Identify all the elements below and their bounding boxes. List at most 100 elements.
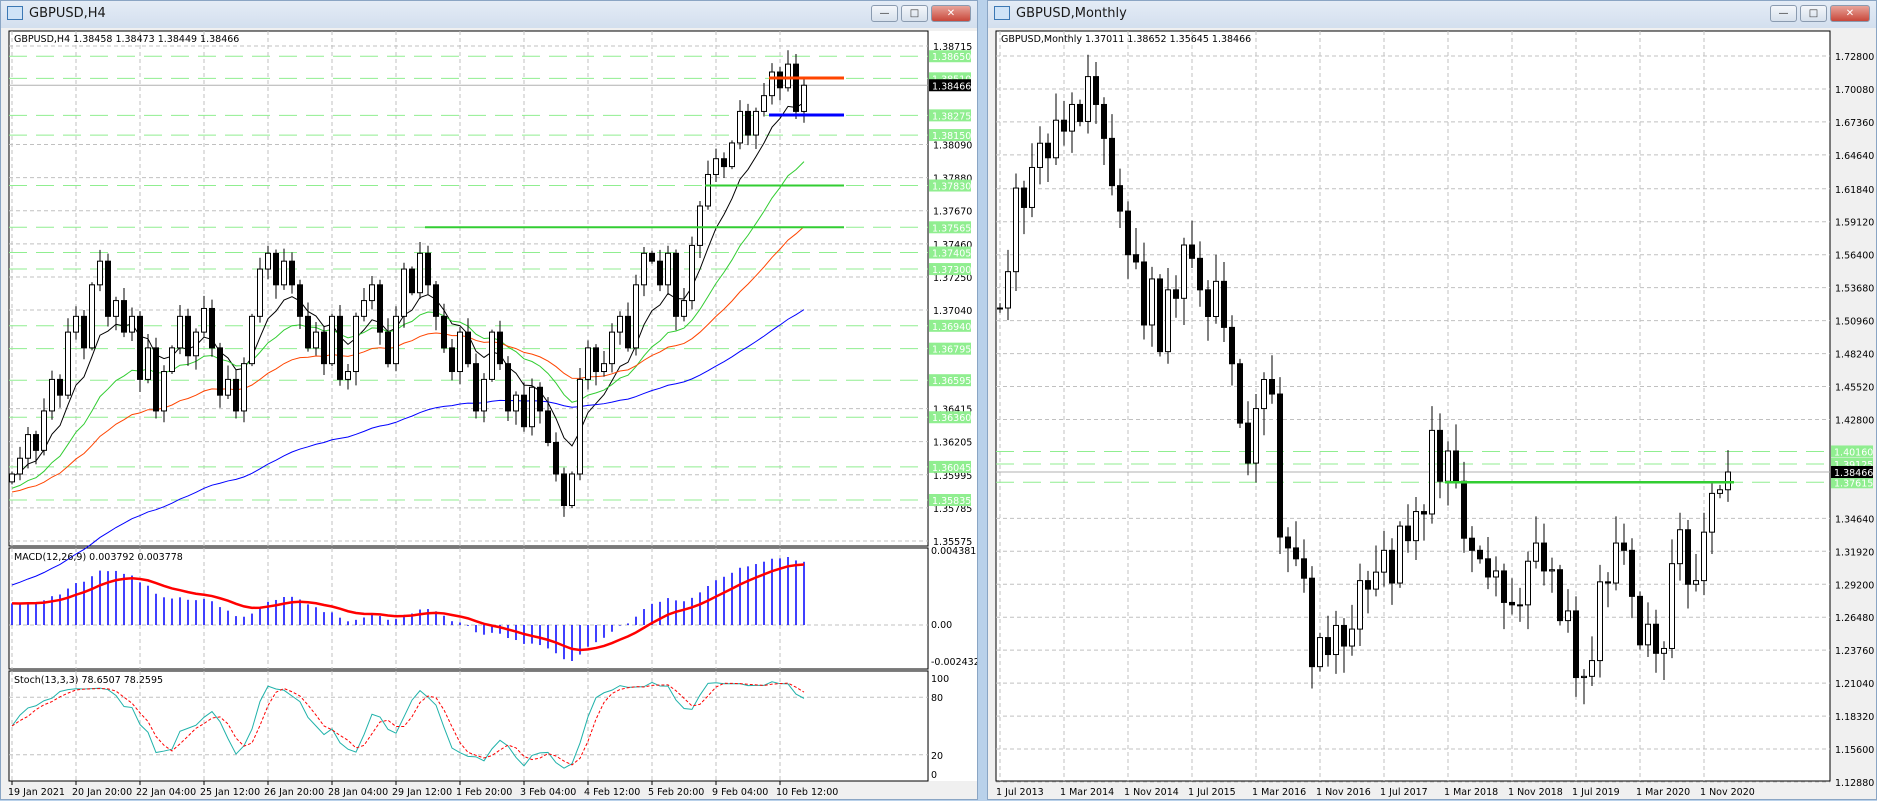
candle-body xyxy=(425,252,431,286)
time-axis-label: 22 Jan 04:00 xyxy=(136,787,196,798)
candle-body xyxy=(1549,569,1555,572)
candle-body xyxy=(297,284,303,317)
candle-body xyxy=(225,378,231,396)
level-price-label: 1.38650 xyxy=(932,52,971,63)
price-axis-label: 1.31920 xyxy=(1835,547,1874,558)
macd-axis-label: 0.00 xyxy=(931,620,952,631)
candle-body xyxy=(1165,289,1171,353)
level-price-label: 1.36595 xyxy=(932,376,971,387)
candle-body xyxy=(265,252,271,270)
candle-body xyxy=(665,252,671,286)
candle-body xyxy=(217,347,223,396)
macd-label: MACD(12,26,9) 0.003792 0.003778 xyxy=(14,552,183,563)
time-axis-label: 1 Nov 2020 xyxy=(1700,787,1755,798)
candle-body xyxy=(1125,210,1131,256)
candle-body xyxy=(377,284,383,333)
main-price-pane xyxy=(8,30,929,547)
candle-body xyxy=(153,347,159,412)
candle-body xyxy=(529,386,535,428)
candle-body xyxy=(601,363,607,373)
candle-body xyxy=(537,386,543,412)
time-axis-label: 26 Jan 20:00 xyxy=(264,787,324,798)
price-axis-label: 1.36205 xyxy=(933,438,972,449)
candle-body xyxy=(1677,529,1683,565)
candle-body xyxy=(1293,547,1299,560)
candle-body xyxy=(1045,142,1051,159)
time-axis-label: 1 Feb 20:00 xyxy=(456,787,512,798)
level-price-label: 1.37615 xyxy=(1834,478,1873,489)
candle-body xyxy=(697,205,703,246)
candle-body xyxy=(1597,581,1603,662)
candle-body xyxy=(505,363,511,412)
candle-body xyxy=(1437,429,1443,482)
price-axis-label: 1.29200 xyxy=(1835,580,1874,591)
price-axis-label: 1.67360 xyxy=(1835,118,1874,129)
time-axis-label: 5 Feb 20:00 xyxy=(648,787,704,798)
candle-body xyxy=(1493,570,1499,578)
candle-body xyxy=(1477,549,1483,560)
monthly-chart-canvas[interactable]: 1 Jul 2013 1 Mar 2014 1 Nov 2014 1 Jul 2015… xyxy=(988,1,1876,801)
level-price-label: 1.38150 xyxy=(932,131,971,142)
price-axis-label: 1.12880 xyxy=(1835,778,1874,789)
candle-body xyxy=(997,307,1003,310)
candle-body xyxy=(401,268,407,317)
candle-body xyxy=(17,457,23,475)
candle-body xyxy=(1485,558,1491,578)
price-axis-label: 1.72800 xyxy=(1835,52,1874,63)
candle-body xyxy=(161,371,167,412)
candle-body xyxy=(409,268,415,294)
price-axis-label: 1.18320 xyxy=(1835,712,1874,723)
candle-body xyxy=(585,347,591,380)
h4-chart-window[interactable]: GBPUSD,H4 — □ ✕ 19 Jan 2021 20 Jan 20:00 2… xyxy=(0,0,978,800)
level-price-label: 1.37565 xyxy=(932,223,971,234)
time-axis-label: 25 Jan 12:00 xyxy=(200,787,260,798)
candle-body xyxy=(673,252,679,317)
monthly-chart-window[interactable]: GBPUSD,Monthly — □ ✕ 1 Jul 2013 1 Mar 201… xyxy=(987,0,1877,800)
time-axis-label: 10 Feb 12:00 xyxy=(776,787,838,798)
time-axis-label: 1 Nov 2018 xyxy=(1508,787,1563,798)
candle-body xyxy=(1109,137,1115,187)
time-axis-label: 1 Jul 2015 xyxy=(1188,787,1236,798)
candle-body xyxy=(393,315,399,365)
candle-body xyxy=(641,252,647,286)
candle-body xyxy=(1317,637,1323,668)
candle-body xyxy=(369,284,375,302)
level-price-label: 1.38275 xyxy=(932,111,971,122)
candle-body xyxy=(353,315,359,373)
candle-body xyxy=(89,284,95,349)
candle-body xyxy=(137,315,143,380)
candle-body xyxy=(1341,624,1347,647)
candle-body xyxy=(657,260,663,286)
candle-body xyxy=(1653,623,1659,654)
candle-body xyxy=(1541,542,1547,572)
candle-body xyxy=(1709,492,1715,533)
candle-body xyxy=(1021,187,1027,208)
time-axis-label: 3 Feb 04:00 xyxy=(520,787,576,798)
candle-body xyxy=(345,371,351,380)
time-axis-label: 1 Mar 2014 xyxy=(1060,787,1114,798)
candle-body xyxy=(521,394,527,428)
candle-body xyxy=(1061,119,1067,132)
candle-body xyxy=(1221,280,1227,328)
candle-body xyxy=(1093,76,1099,105)
candle-body xyxy=(201,307,207,333)
candle-body xyxy=(713,158,719,175)
candle-body xyxy=(385,331,391,365)
candle-body xyxy=(1645,623,1651,646)
candle-body xyxy=(1037,142,1043,168)
candle-body xyxy=(1637,595,1643,646)
h4-chart-canvas[interactable]: 19 Jan 2021 20 Jan 20:00 22 Jan 04:00 25 Ja… xyxy=(1,1,977,801)
candle-body xyxy=(1533,542,1539,562)
price-axis-label: 1.61840 xyxy=(1835,185,1874,196)
candle-body xyxy=(1285,536,1291,549)
macd-axis-label: 0.004381 xyxy=(931,546,976,557)
candle-body xyxy=(553,441,559,475)
time-axis-label: 1 Jul 2017 xyxy=(1380,787,1428,798)
candle-body xyxy=(1557,569,1563,622)
candle-body xyxy=(1053,119,1059,159)
candle-body xyxy=(233,378,239,412)
candle-body xyxy=(241,363,247,412)
candle-body xyxy=(465,331,471,365)
time-axis-label: 1 Nov 2016 xyxy=(1316,787,1371,798)
candle-body xyxy=(1333,624,1339,656)
